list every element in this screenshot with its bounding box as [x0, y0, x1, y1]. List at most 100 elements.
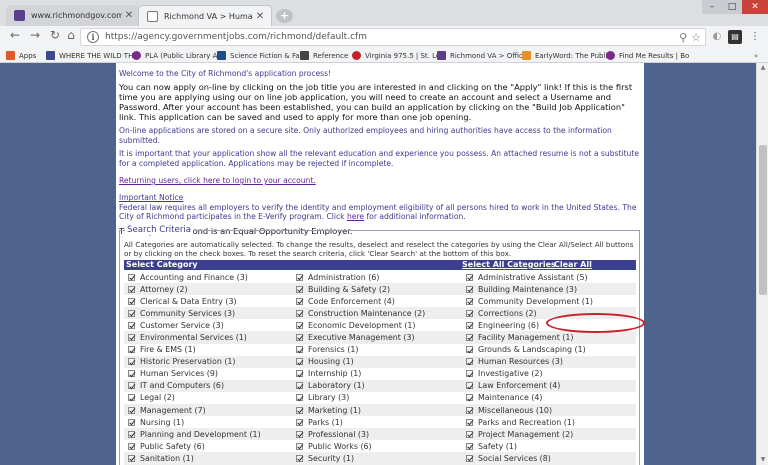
category-item[interactable]: Social Services (8) — [466, 452, 551, 464]
category-checkbox[interactable] — [466, 382, 473, 390]
category-checkbox[interactable] — [296, 394, 303, 402]
category-checkbox[interactable] — [296, 418, 303, 426]
category-item[interactable]: Housing (1) — [296, 356, 354, 368]
category-item[interactable]: Administrative Assistant (5) — [466, 271, 588, 283]
bookmark-find-me-results[interactable]: Find Me Results | Bo — [606, 48, 689, 62]
category-item[interactable]: Administration (6) — [296, 271, 379, 283]
category-item[interactable]: Accounting and Finance (3) — [128, 271, 248, 283]
extension-icon[interactable]: ◐ — [710, 30, 724, 44]
tab-close-icon[interactable]: ✕ — [253, 11, 267, 22]
category-checkbox[interactable] — [128, 297, 135, 305]
address-bar[interactable]: i https://agency.governmentjobs.com/rich… — [80, 28, 706, 46]
e-verify-here-link[interactable]: here — [347, 212, 364, 221]
category-item[interactable]: Attorney (2) — [128, 283, 188, 295]
category-item[interactable]: Forensics (1) — [296, 344, 358, 356]
category-checkbox[interactable] — [466, 333, 473, 341]
category-item[interactable]: Building Maintenance (3) — [466, 283, 577, 295]
category-checkbox[interactable] — [128, 346, 135, 354]
profile-icon[interactable]: ▤ — [728, 30, 742, 44]
category-item[interactable]: Community Services (3) — [128, 307, 235, 319]
category-item[interactable]: Customer Service (3) — [128, 319, 224, 331]
category-checkbox[interactable] — [466, 370, 473, 378]
category-item[interactable]: Grounds & Landscaping (1) — [466, 344, 586, 356]
page-scrollbar[interactable]: ▲ ▼ — [756, 63, 768, 465]
category-checkbox[interactable] — [128, 382, 135, 390]
category-checkbox[interactable] — [466, 285, 473, 293]
category-checkbox[interactable] — [466, 454, 473, 462]
category-checkbox[interactable] — [296, 430, 303, 438]
bookmark-earlyword[interactable]: EarlyWord: The Publi — [522, 48, 607, 62]
category-checkbox[interactable] — [466, 297, 473, 305]
bookmark-virginia[interactable]: Virginia 975.5 | St. Lo — [352, 48, 440, 62]
maximize-button[interactable]: □ — [722, 0, 742, 14]
tab-richmondgov[interactable]: www.richmondgov.com ✕ — [6, 5, 140, 26]
category-checkbox[interactable] — [296, 346, 303, 354]
menu-icon[interactable]: ⋮ — [748, 30, 762, 44]
bookmark-richmond-va[interactable]: Richmond VA > Offic — [437, 48, 523, 62]
tab-close-icon[interactable]: ✕ — [122, 10, 136, 21]
category-item[interactable]: Historic Preservation (1) — [128, 356, 236, 368]
category-item[interactable]: Marketing (1) — [296, 404, 361, 416]
category-item[interactable]: Human Resources (3) — [466, 356, 563, 368]
category-item[interactable]: Internship (1) — [296, 368, 361, 380]
category-item[interactable]: Management (7) — [128, 404, 206, 416]
minimize-button[interactable]: – — [702, 0, 722, 14]
new-tab-button[interactable]: + — [276, 9, 293, 23]
category-checkbox[interactable] — [296, 370, 303, 378]
window-close-button[interactable]: ✕ — [742, 0, 768, 14]
category-checkbox[interactable] — [296, 406, 303, 414]
category-item[interactable]: Library (3) — [296, 392, 349, 404]
select-all-categories-link[interactable]: Select All Categories — [462, 260, 556, 270]
category-checkbox[interactable] — [296, 358, 303, 366]
category-item[interactable]: Investigative (2) — [466, 368, 543, 380]
bookmark-science-fiction[interactable]: Science Fiction & Fan — [217, 48, 304, 62]
category-checkbox[interactable] — [128, 430, 135, 438]
category-item[interactable]: Human Services (9) — [128, 368, 218, 380]
category-checkbox[interactable] — [466, 406, 473, 414]
category-item[interactable]: Clerical & Data Entry (3) — [128, 295, 237, 307]
category-item[interactable]: Professional (3) — [296, 428, 369, 440]
category-item[interactable]: Code Enforcement (4) — [296, 295, 395, 307]
category-checkbox[interactable] — [466, 418, 473, 426]
category-item[interactable]: Nursing (1) — [128, 416, 184, 428]
category-checkbox[interactable] — [128, 454, 135, 462]
returning-users-link[interactable]: Returning users, click here to login to … — [119, 176, 316, 185]
category-item[interactable]: Engineering (6) — [466, 319, 539, 331]
site-info-icon[interactable]: i — [87, 31, 99, 43]
category-item[interactable]: Building & Safety (2) — [296, 283, 390, 295]
category-checkbox[interactable] — [296, 333, 303, 341]
category-checkbox[interactable] — [466, 358, 473, 366]
category-item[interactable]: Safety (1) — [466, 440, 517, 452]
bookmark-apps[interactable]: Apps — [6, 48, 36, 62]
category-item[interactable]: Fire & EMS (1) — [128, 344, 196, 356]
scroll-down-icon[interactable]: ▼ — [757, 455, 768, 465]
category-checkbox[interactable] — [128, 418, 135, 426]
category-checkbox[interactable] — [296, 442, 303, 450]
category-checkbox[interactable] — [128, 370, 135, 378]
category-item[interactable]: Planning and Development (1) — [128, 428, 261, 440]
category-item[interactable]: Corrections (2) — [466, 307, 537, 319]
back-arrow-icon[interactable]: ← — [6, 28, 24, 46]
category-checkbox[interactable] — [128, 285, 135, 293]
search-icon[interactable]: ⚲ — [679, 31, 687, 44]
category-checkbox[interactable] — [466, 442, 473, 450]
category-checkbox[interactable] — [296, 454, 303, 462]
category-checkbox[interactable] — [128, 309, 135, 317]
category-item[interactable]: Environmental Services (1) — [128, 331, 247, 343]
category-item[interactable]: Community Development (1) — [466, 295, 593, 307]
category-checkbox[interactable] — [128, 321, 135, 329]
category-item[interactable]: Executive Management (3) — [296, 331, 415, 343]
category-item[interactable]: Laboratory (1) — [296, 380, 365, 392]
category-item[interactable]: Miscellaneous (10) — [466, 404, 552, 416]
category-item[interactable]: Parks and Recreation (1) — [466, 416, 575, 428]
category-item[interactable]: Parks (1) — [296, 416, 343, 428]
category-checkbox[interactable] — [296, 321, 303, 329]
scroll-up-icon[interactable]: ▲ — [757, 63, 768, 73]
category-checkbox[interactable] — [466, 309, 473, 317]
clear-all-categories-link[interactable]: Clear All Categories — [554, 260, 636, 278]
category-item[interactable]: Construction Maintenance (2) — [296, 307, 425, 319]
bookmark-star-icon[interactable]: ☆ — [691, 31, 701, 44]
bookmark-pla[interactable]: PLA (Public Library A — [132, 48, 217, 62]
category-checkbox[interactable] — [466, 321, 473, 329]
tab-human-resources[interactable]: Richmond VA > Human Resourc ✕ — [138, 5, 272, 26]
